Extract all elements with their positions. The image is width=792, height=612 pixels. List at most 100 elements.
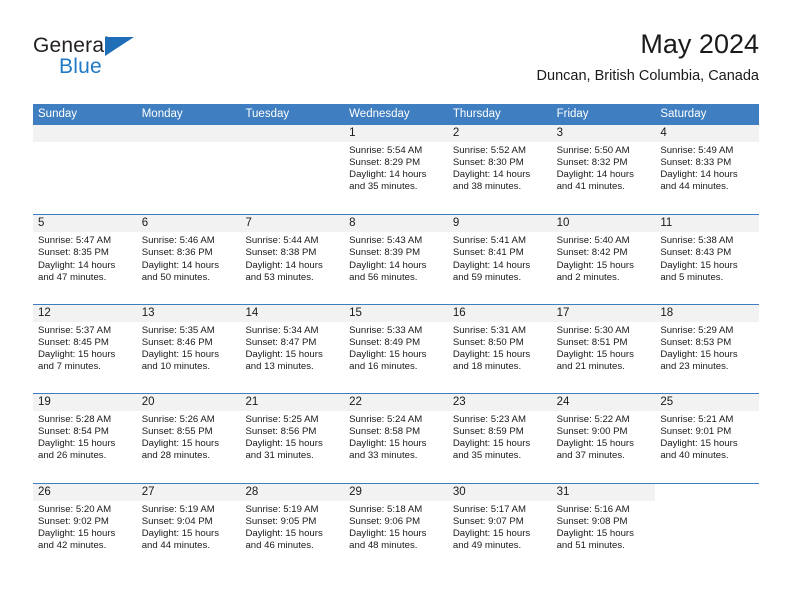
calendar-day-cell[interactable]: 4 Sunrise: 5:49 AM Sunset: 8:33 PM Daylight… (655, 125, 760, 215)
sunset-text: Sunset: 8:36 PM (141, 247, 213, 259)
calendar-day-cell[interactable]: 26 Sunrise: 5:20 AM Sunset: 9:02 PM Dayligh… (33, 483, 137, 572)
calendar-day-cell[interactable]: 8 Sunrise: 5:43 AM Sunset: 8:39 PM Daylight… (344, 215, 448, 304)
calendar-day-cell[interactable]: 21 Sunrise: 5:25 AM Sunset: 8:56 PM Dayligh… (240, 394, 345, 483)
calendar-day-cell[interactable]: 14 Sunrise: 5:34 AM Sunset: 8:47 PM Dayligh… (240, 304, 345, 394)
sunrise-text: Sunrise: 5:29 AM (660, 324, 734, 336)
day-details: Sunrise: 5:19 AM Sunset: 9:05 PM Daylight:… (240, 501, 344, 552)
page-subtitle: Duncan, British Columbia, Canada (536, 68, 759, 84)
day-details: Sunrise: 5:50 AM Sunset: 8:32 PM Daylight:… (552, 142, 656, 193)
sunset-text: Sunset: 8:32 PM (556, 157, 628, 169)
calendar-day-cell[interactable]: 27 Sunrise: 5:19 AM Sunset: 9:04 PM Dayligh… (136, 483, 241, 572)
calendar-day-cell[interactable]: 31 Sunrise: 5:16 AM Sunset: 9:08 PM Dayligh… (551, 483, 656, 572)
day-number: 8 (344, 215, 448, 233)
calendar-day-cell[interactable]: 18 Sunrise: 5:29 AM Sunset: 8:53 PM Dayligh… (655, 304, 760, 394)
sunset-text: Sunset: 9:02 PM (38, 515, 109, 527)
daylight-text-line1: Daylight: 15 hours (452, 348, 531, 360)
calendar-day-cell[interactable]: 5 Sunrise: 5:47 AM Sunset: 8:35 PM Daylight… (33, 215, 137, 304)
title-block: May 2024 Duncan, British Columbia, Canad… (537, 28, 759, 85)
sunset-text: Sunset: 8:53 PM (660, 336, 732, 348)
weekday-header-thursday: Thursday (452, 108, 501, 120)
day-details: Sunrise: 5:33 AM Sunset: 8:49 PM Daylight:… (344, 322, 448, 373)
calendar-day-cell[interactable]: 19 Sunrise: 5:28 AM Sunset: 8:54 PM Dayligh… (33, 394, 137, 483)
calendar-day-cell[interactable]: 9 Sunrise: 5:41 AM Sunset: 8:41 PM Daylight… (447, 215, 552, 304)
day-number: 19 (33, 394, 137, 412)
daylight-text-line2: and 21 minutes. (556, 361, 625, 373)
calendar-day-cell[interactable]: 15 Sunrise: 5:33 AM Sunset: 8:49 PM Dayligh… (344, 304, 448, 394)
calendar-day-cell[interactable]: 3 Sunrise: 5:50 AM Sunset: 8:32 PM Daylight… (551, 125, 656, 215)
sunset-text: Sunset: 8:56 PM (245, 426, 317, 438)
sunset-text: Sunset: 8:39 PM (349, 247, 421, 259)
daylight-text-line2: and 35 minutes. (452, 450, 522, 462)
sunrise-text: Sunrise: 5:25 AM (245, 414, 319, 426)
sunset-text: Sunset: 8:45 PM (38, 336, 109, 348)
calendar-empty-cell (240, 125, 345, 215)
sunrise-text: Sunrise: 5:26 AM (141, 414, 215, 426)
day-number: 28 (240, 483, 345, 501)
calendar-day-cell[interactable]: 12 Sunrise: 5:37 AM Sunset: 8:45 PM Dayligh… (33, 304, 137, 394)
calendar-day-cell[interactable]: 29 Sunrise: 5:18 AM Sunset: 9:06 PM Dayligh… (344, 483, 448, 572)
calendar-day-cell[interactable]: 17 Sunrise: 5:30 AM Sunset: 8:51 PM Dayligh… (551, 304, 656, 394)
day-details: Sunrise: 5:17 AM Sunset: 9:07 PM Daylight:… (448, 501, 552, 552)
calendar-grid: Sunday Monday Tuesday Wednesday Thursday… (33, 104, 760, 572)
calendar-day-cell[interactable]: 10 Sunrise: 5:40 AM Sunset: 8:42 PM Dayligh… (551, 215, 656, 304)
weekday-header-friday: Friday (556, 108, 589, 120)
daylight-text-line2: and 46 minutes. (245, 539, 314, 551)
calendar-day-cell[interactable]: 30 Sunrise: 5:17 AM Sunset: 9:07 PM Dayligh… (447, 483, 552, 572)
calendar-day-cell[interactable]: 16 Sunrise: 5:31 AM Sunset: 8:50 PM Dayligh… (447, 304, 552, 394)
general-blue-logo[interactable]: General Blue (33, 34, 263, 90)
daylight-text-line1: Daylight: 15 hours (38, 527, 116, 539)
daylight-text-line2: and 28 minutes. (141, 450, 210, 462)
sunrise-text: Sunrise: 5:24 AM (349, 414, 423, 426)
calendar-day-cell[interactable]: 24 Sunrise: 5:22 AM Sunset: 9:00 PM Dayligh… (551, 394, 656, 483)
calendar-day-cell[interactable]: 20 Sunrise: 5:26 AM Sunset: 8:55 PM Dayligh… (136, 394, 241, 483)
sunrise-text: Sunrise: 5:52 AM (452, 145, 526, 156)
daylight-text-line2: and 16 minutes. (349, 361, 418, 373)
daylight-text-line1: Daylight: 15 hours (245, 527, 323, 539)
calendar-day-cell[interactable]: 11 Sunrise: 5:38 AM Sunset: 8:43 PM Dayligh… (655, 215, 760, 304)
sunrise-text: Sunrise: 5:46 AM (141, 235, 215, 247)
daylight-text-line2: and 51 minutes. (556, 539, 625, 551)
sunrise-text: Sunrise: 5:40 AM (556, 235, 630, 247)
day-number: 27 (136, 483, 241, 501)
daylight-text-line2: and 44 minutes. (660, 181, 729, 193)
calendar-day-cell[interactable]: 25 Sunrise: 5:21 AM Sunset: 9:01 PM Dayligh… (655, 394, 760, 483)
daylight-text-line1: Daylight: 14 hours (556, 169, 634, 181)
sunset-text: Sunset: 8:47 PM (245, 336, 317, 348)
calendar-day-cell[interactable]: 22 Sunrise: 5:24 AM Sunset: 8:58 PM Dayligh… (344, 394, 448, 483)
daylight-text-line2: and 35 minutes. (349, 181, 418, 193)
sunrise-text: Sunrise: 5:17 AM (452, 503, 526, 515)
calendar-day-cell[interactable]: 1 Sunrise: 5:54 AM Sunset: 8:29 PM Daylight… (344, 125, 448, 215)
sunrise-text: Sunrise: 5:50 AM (556, 145, 630, 156)
calendar-day-cell[interactable]: 23 Sunrise: 5:23 AM Sunset: 8:59 PM Dayligh… (447, 394, 552, 483)
calendar-day-cell[interactable]: 7 Sunrise: 5:44 AM Sunset: 8:38 PM Daylight… (240, 215, 345, 304)
sunrise-text: Sunrise: 5:19 AM (141, 503, 215, 515)
sunrise-text: Sunrise: 5:37 AM (38, 324, 112, 336)
day-details: Sunrise: 5:41 AM Sunset: 8:41 PM Daylight:… (448, 232, 552, 283)
day-number: 12 (33, 304, 137, 322)
day-details: Sunrise: 5:38 AM Sunset: 8:43 PM Daylight:… (655, 232, 759, 283)
daylight-text-line2: and 31 minutes. (245, 450, 314, 462)
day-number: 16 (447, 304, 552, 322)
sunset-text: Sunset: 9:06 PM (349, 515, 421, 527)
daylight-text-line1: Daylight: 14 hours (349, 259, 427, 271)
day-number: 15 (344, 304, 448, 322)
daylight-text-line2: and 2 minutes. (556, 271, 620, 283)
calendar-day-cell[interactable]: 13 Sunrise: 5:35 AM Sunset: 8:46 PM Dayligh… (136, 304, 241, 394)
sunset-text: Sunset: 8:33 PM (660, 157, 732, 169)
sunset-text: Sunset: 8:54 PM (38, 426, 109, 438)
day-number: 13 (136, 304, 241, 322)
weekday-header-tuesday: Tuesday (245, 108, 290, 120)
weekday-header-monday: Monday (141, 108, 183, 120)
calendar-day-cell[interactable]: 28 Sunrise: 5:19 AM Sunset: 9:05 PM Dayligh… (240, 483, 345, 572)
day-number: 23 (447, 394, 552, 412)
daylight-text-line2: and 44 minutes. (141, 539, 210, 551)
sunset-text: Sunset: 9:04 PM (141, 515, 213, 527)
daylight-text-line2: and 38 minutes. (452, 181, 522, 193)
weekday-header-saturday: Saturday (660, 108, 707, 120)
calendar-day-cell[interactable]: 6 Sunrise: 5:46 AM Sunset: 8:36 PM Daylight… (136, 215, 241, 304)
day-number: 26 (33, 483, 137, 501)
sunrise-text: Sunrise: 5:43 AM (349, 235, 423, 247)
day-number: 5 (33, 215, 137, 233)
calendar-day-cell[interactable]: 2 Sunrise: 5:52 AM Sunset: 8:30 PM Daylight… (447, 125, 552, 215)
day-details: Sunrise: 5:37 AM Sunset: 8:45 PM Daylight:… (33, 322, 137, 373)
